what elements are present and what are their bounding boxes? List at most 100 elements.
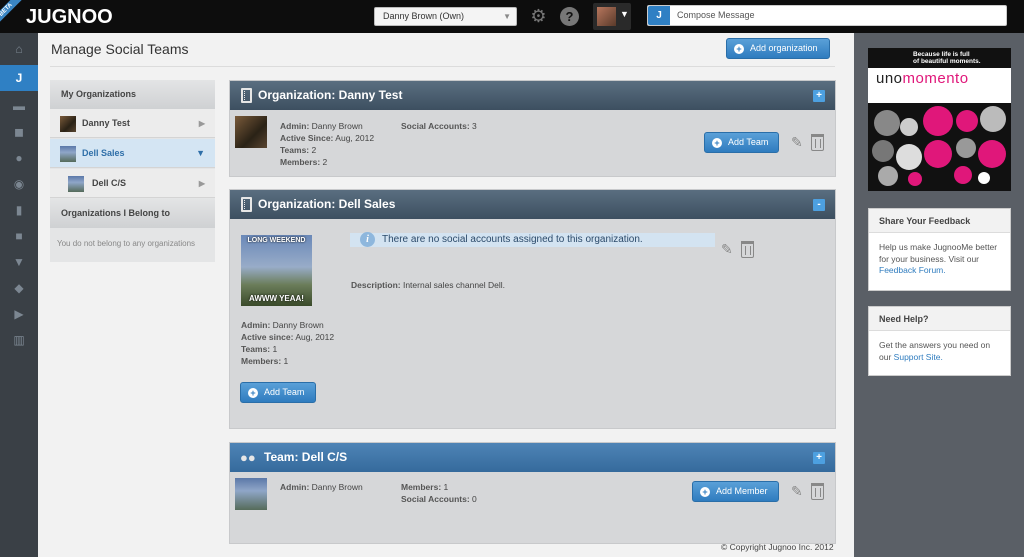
admin-label: Admin: <box>241 320 271 330</box>
add-team-button[interactable]: + Add Team <box>704 132 779 153</box>
empty-message: You do not belong to any organizations <box>57 239 196 248</box>
meme-bottom-text: AWWW YEAA! <box>249 294 304 303</box>
widget-heading: Share Your Feedback <box>869 209 1010 233</box>
feedback-widget: Share Your Feedback Help us make JugnooM… <box>868 208 1011 291</box>
play-icon[interactable]: ▶ <box>0 301 38 327</box>
description-value: Internal sales channel Dell. <box>402 280 506 290</box>
members-label: Members: <box>401 482 442 492</box>
subnav-item-dell-sales[interactable]: Dell Sales ▼ <box>50 139 215 168</box>
org-thumbnail <box>60 116 76 132</box>
admin-value: Danny Brown <box>272 320 324 330</box>
subnav-item-danny-test[interactable]: Danny Test ▶ <box>50 109 215 138</box>
trash-icon[interactable] <box>811 483 824 500</box>
user-menu[interactable]: ▼ <box>593 3 631 30</box>
help-icon[interactable]: ? <box>560 7 579 26</box>
trash-icon[interactable] <box>741 241 754 258</box>
home-icon[interactable]: ⌂ <box>0 36 38 62</box>
ad-dot <box>956 110 978 132</box>
jugnoo-logo[interactable]: JUGNOO <box>26 6 113 29</box>
help-widget: Need Help? Get the answers you need on o… <box>868 306 1011 376</box>
conversation-icon[interactable]: ◼ <box>0 119 38 145</box>
belong-to-heading: Organizations I Belong to <box>50 199 215 228</box>
admin-value: Danny Brown <box>311 482 363 492</box>
advertisement[interactable]: Because life is full of beautiful moment… <box>868 48 1011 191</box>
account-select[interactable]: Danny Brown (Own) ▼ <box>374 7 517 26</box>
chart-icon[interactable]: ▥ <box>0 327 38 353</box>
active-label: Active Since: <box>280 133 334 143</box>
subnav-item-dell-cs[interactable]: Dell C/S ▶ <box>50 169 215 198</box>
add-team-label: Add Team <box>728 137 769 147</box>
jugnoo-icon[interactable]: J <box>0 65 38 91</box>
org-details: Admin: Danny Brown Active Since: Aug, 20… <box>280 120 374 168</box>
chevron-right-icon: ▶ <box>198 119 205 128</box>
feedback-text: Help us make JugnooMe better for your bu… <box>879 242 998 264</box>
trophy-icon[interactable]: ▼ <box>0 249 38 275</box>
admin-label: Admin: <box>280 482 310 492</box>
members-value: 1 <box>283 356 289 366</box>
add-team-button[interactable]: + Add Team <box>240 382 316 403</box>
feedback-forum-link[interactable]: Feedback Forum. <box>879 265 946 275</box>
plus-icon: + <box>734 44 744 54</box>
page-title: Manage Social Teams <box>51 41 189 57</box>
ad-brand-b: momento <box>902 70 969 87</box>
collapse-icon[interactable]: - <box>813 199 825 211</box>
organizations-subnav: My Organizations Danny Test ▶ Dell Sales… <box>50 80 215 262</box>
document-icon[interactable]: ▮ <box>0 197 38 223</box>
people-icon: ●● <box>240 450 256 465</box>
teams-value: 1 <box>272 344 278 354</box>
edit-icon[interactable]: ✎ <box>791 133 805 151</box>
expand-icon[interactable]: + <box>813 452 825 464</box>
active-label: Active since: <box>241 332 294 342</box>
panel-header: Organization: Danny Test + <box>230 81 835 110</box>
edit-icon[interactable]: ✎ <box>721 240 735 258</box>
teams-label: Teams: <box>280 145 310 155</box>
team-image <box>235 478 267 510</box>
info-message: i There are no social accounts assigned … <box>350 232 715 247</box>
widget-body: Get the answers you need on our Support … <box>879 340 1004 363</box>
ad-dot <box>872 140 894 162</box>
compose-message-input[interactable]: J Compose Message <box>647 5 1007 26</box>
members-label: Members: <box>241 356 282 366</box>
active-value: Aug, 2012 <box>295 332 335 342</box>
trash-icon[interactable] <box>811 134 824 151</box>
my-organizations-heading: My Organizations <box>50 80 215 109</box>
ad-dot <box>908 172 922 186</box>
compose-placeholder: Compose Message <box>677 10 755 20</box>
teams-value: 2 <box>311 145 317 155</box>
description: Description: Internal sales channel Dell… <box>351 279 505 291</box>
chat-icon[interactable]: ▬ <box>0 93 38 119</box>
members-value: 1 <box>443 482 449 492</box>
meme-top-text: LONG WEEKEND <box>247 237 306 244</box>
ad-dot <box>900 118 918 136</box>
beta-ribbon: BETA <box>0 0 22 26</box>
chevron-down-icon: ▼ <box>503 12 511 21</box>
plus-icon: + <box>248 388 258 398</box>
eye-icon[interactable]: ◉ <box>0 171 38 197</box>
description-label: Description: <box>351 280 401 290</box>
copyright: © Copyright Jugnoo Inc. 2012 <box>721 542 834 552</box>
members-value: 2 <box>322 157 328 167</box>
add-organization-button[interactable]: + Add organization <box>726 38 830 59</box>
tag-icon[interactable]: ◆ <box>0 275 38 301</box>
people-icon[interactable]: ● <box>0 145 38 171</box>
gear-icon[interactable]: ⚙ <box>529 7 548 26</box>
divider <box>50 66 835 67</box>
admin-value: Danny Brown <box>311 121 363 131</box>
team-thumbnail <box>68 176 84 192</box>
ad-dot <box>980 106 1006 132</box>
right-sidebar: Because life is full of beautiful moment… <box>854 33 1024 557</box>
expand-icon[interactable]: + <box>813 90 825 102</box>
chevron-down-icon: ▼ <box>196 148 205 158</box>
edit-icon[interactable]: ✎ <box>791 482 805 500</box>
add-member-button[interactable]: + Add Member <box>692 481 779 502</box>
video-icon[interactable]: ■ <box>0 223 38 249</box>
org-panel-danny-test: Organization: Danny Test + Admin: Danny … <box>229 80 836 177</box>
team-details: Members: 1 Social Accounts: 0 <box>401 481 477 505</box>
social-accounts-value: 0 <box>472 494 477 504</box>
social-accounts: Social Accounts: 3 <box>401 120 477 132</box>
admin-label: Admin: <box>280 121 310 131</box>
support-site-link[interactable]: Support Site. <box>894 352 943 362</box>
ad-dot <box>954 166 972 184</box>
members-label: Members: <box>280 157 321 167</box>
info-icon: i <box>360 232 375 247</box>
